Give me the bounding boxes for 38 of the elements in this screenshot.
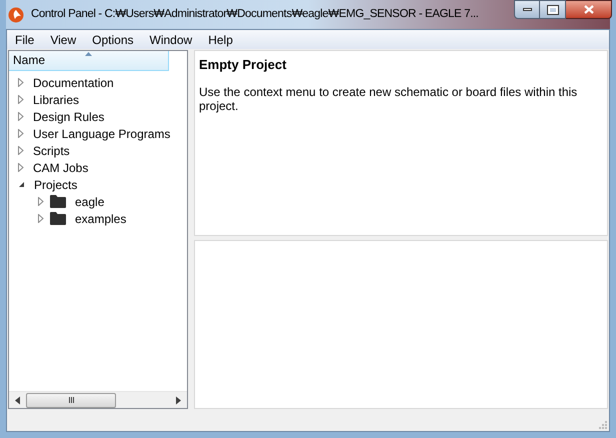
tree-item[interactable]: Documentation: [33, 74, 114, 92]
collapsed-arrow-icon[interactable]: [18, 95, 24, 104]
column-header[interactable]: Name: [9, 51, 169, 71]
menu-item[interactable]: File: [7, 30, 42, 48]
tree-item[interactable]: Libraries: [33, 90, 80, 108]
tree-item[interactable]: Design Rules: [33, 108, 104, 126]
info-text: Use the context menu to create new schematic or board files within this project.: [199, 84, 578, 112]
tree-item[interactable]: CAM Jobs: [33, 158, 88, 176]
collapsed-arrow-icon[interactable]: [38, 197, 44, 206]
info-title: Empty Project: [199, 56, 288, 74]
app-logo-icon: [8, 6, 24, 22]
tree-item[interactable]: eagle: [75, 192, 104, 210]
collapsed-arrow-icon[interactable]: [18, 163, 24, 172]
maximize-button[interactable]: [540, 0, 566, 19]
sort-arrow-icon: [85, 52, 92, 56]
close-icon: [584, 5, 594, 14]
collapsed-arrow-icon[interactable]: [18, 146, 24, 155]
folder-icon: [50, 212, 66, 225]
window-title: Control Panel - C:₩Users₩Administrator₩Documents₩eagle₩EMG_SENSOR - EAGLE 7...: [31, 6, 478, 22]
scrollbar-thumb[interactable]: [26, 392, 116, 408]
menu-item[interactable]: View: [42, 30, 84, 48]
tree-item[interactable]: examples: [75, 210, 126, 228]
folder-icon: [50, 195, 66, 208]
horizontal-scrollbar[interactable]: [9, 391, 187, 408]
tree-item[interactable]: User Language Programs: [33, 124, 170, 142]
minimize-button[interactable]: [514, 0, 540, 19]
tree-item[interactable]: Projects: [34, 176, 78, 194]
expanded-arrow-icon[interactable]: [18, 181, 25, 188]
collapsed-arrow-icon[interactable]: [38, 214, 44, 223]
menu-item[interactable]: Window: [142, 30, 200, 48]
menu-item[interactable]: Options: [84, 30, 142, 48]
resize-grip-icon[interactable]: [598, 420, 607, 429]
tree-item[interactable]: Scripts: [33, 142, 70, 160]
collapsed-arrow-icon[interactable]: [18, 78, 24, 87]
menu-item[interactable]: Help: [200, 30, 241, 48]
close-button[interactable]: [566, 0, 612, 19]
collapsed-arrow-icon[interactable]: [18, 129, 24, 138]
collapsed-arrow-icon[interactable]: [18, 112, 24, 121]
